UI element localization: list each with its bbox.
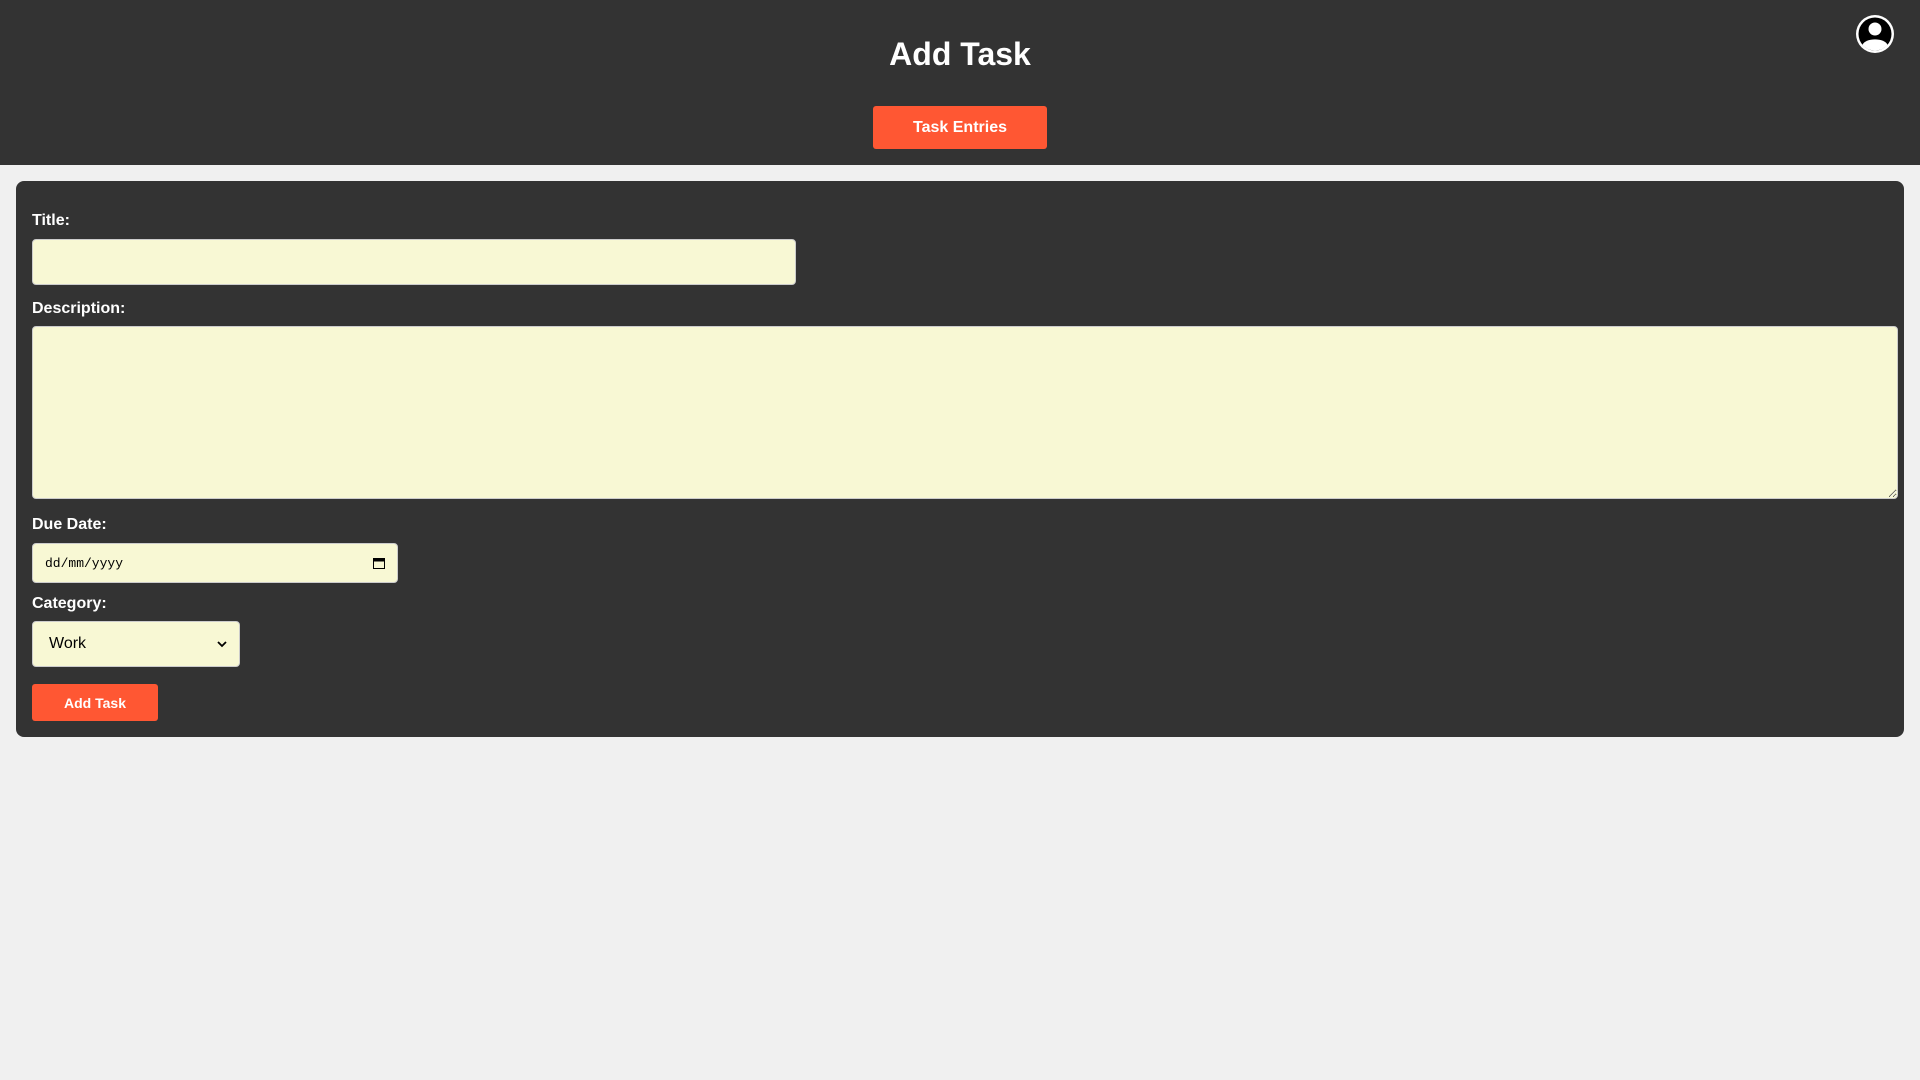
category-selected-value: Work: [49, 635, 87, 652]
page-title: Add Task: [889, 36, 1031, 72]
due-date-label: Due Date:: [32, 516, 107, 533]
title-label: Title:: [32, 212, 70, 229]
task-entries-button[interactable]: Task Entries: [873, 106, 1047, 149]
title-input[interactable]: [32, 239, 796, 285]
user-circle-icon[interactable]: [1855, 14, 1895, 54]
add-task-form: Title: Description: Due Date: dd/mm/yyyy…: [16, 181, 1904, 737]
due-date-input[interactable]: dd/mm/yyyy: [32, 543, 398, 583]
due-date-placeholder: dd/mm/yyyy: [45, 555, 124, 571]
category-select[interactable]: Work: [32, 621, 240, 667]
add-task-button[interactable]: Add Task: [32, 684, 158, 721]
header: Add Task Task Entries: [0, 0, 1920, 165]
description-input[interactable]: [32, 326, 1898, 499]
calendar-icon[interactable]: [373, 557, 385, 569]
description-label: Description:: [32, 300, 126, 317]
category-label: Category:: [32, 595, 107, 612]
chevron-down-icon: [217, 635, 227, 653]
